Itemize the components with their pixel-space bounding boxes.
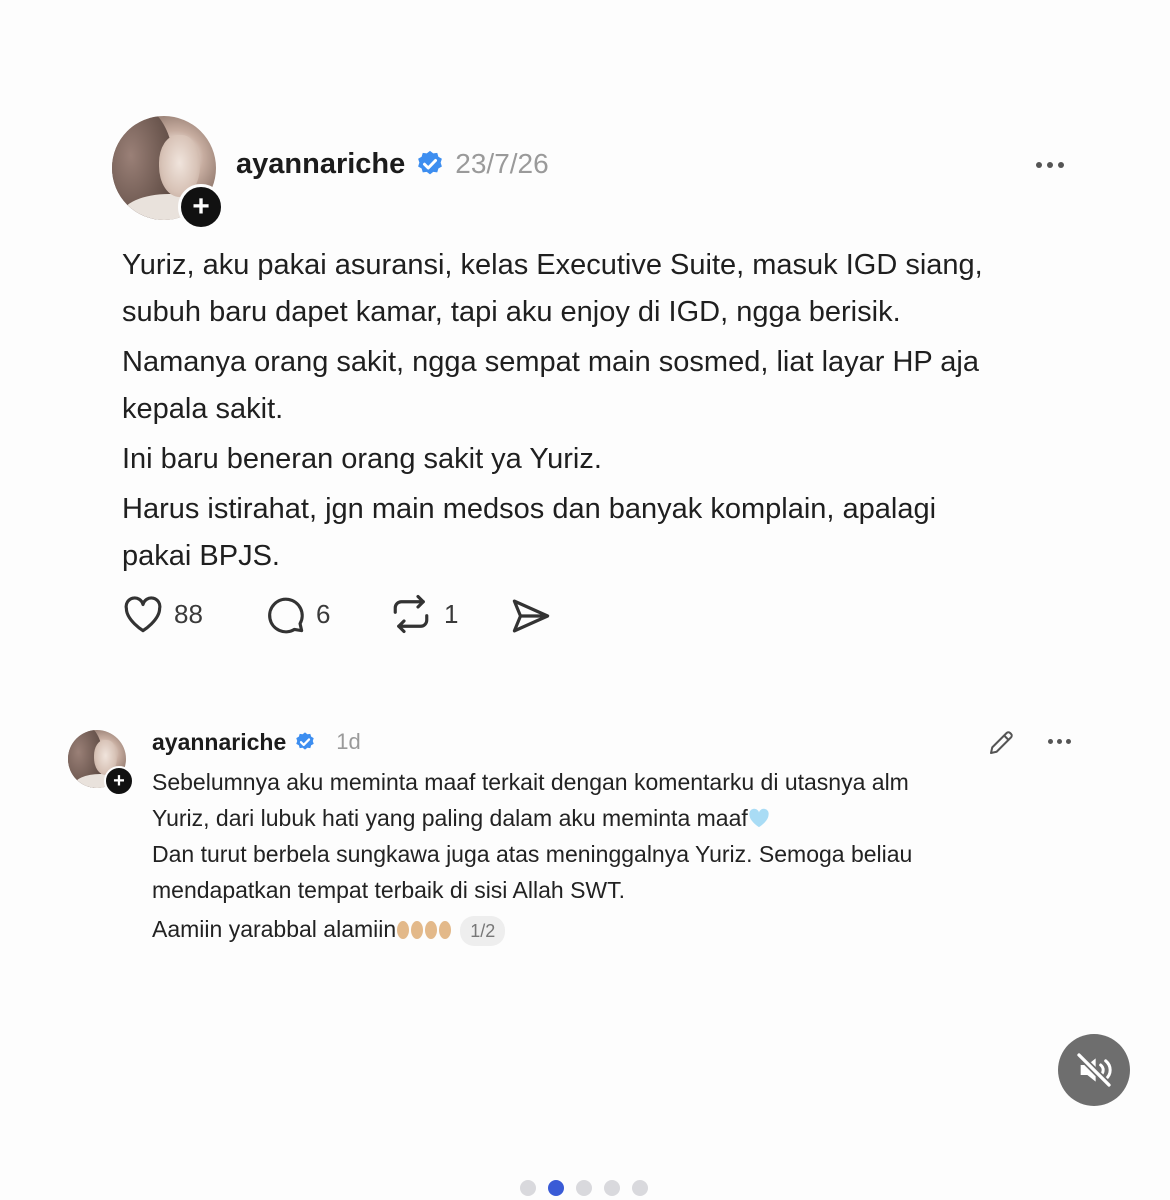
- post-line: Harus istirahat, jgn main medsos dan ban…: [122, 493, 937, 525]
- post-header: ayannariche 23/7/26: [236, 142, 549, 186]
- repost-count: 1: [444, 598, 459, 629]
- muted-speaker-icon: [1076, 1052, 1112, 1088]
- pager-dot[interactable]: [520, 1180, 536, 1196]
- pager-dot[interactable]: [548, 1180, 564, 1196]
- repost-button[interactable]: 1: [388, 592, 458, 636]
- comment-line: Dan turut berbela sungkawa juga atas men…: [152, 841, 913, 867]
- post-paragraph: Harus istirahat, jgn main medsos dan ban…: [122, 486, 1102, 580]
- post-line: Ini baru beneran orang sakit ya Yuriz.: [122, 443, 602, 475]
- comment-follow-plus-icon[interactable]: +: [104, 766, 134, 796]
- post-line: Yuriz, aku pakai asuransi, kelas Executi…: [122, 249, 983, 281]
- post-line: kepala sakit.: [122, 393, 284, 425]
- post-username[interactable]: ayannariche: [236, 148, 405, 181]
- repost-icon: [393, 594, 429, 634]
- like-button[interactable]: 88: [122, 592, 203, 636]
- light-blue-heart-emoji-icon: [749, 808, 769, 828]
- share-button[interactable]: [510, 594, 552, 638]
- mute-button[interactable]: [1058, 1034, 1130, 1106]
- verified-badge-icon: [418, 150, 443, 175]
- comment-button[interactable]: 6: [264, 592, 330, 636]
- comment-line: Aamiin yarabbal alamiin 1/2: [152, 911, 1052, 947]
- follow-plus-icon[interactable]: +: [178, 184, 224, 230]
- pager-dot[interactable]: [576, 1180, 592, 1196]
- post-paragraph: Ini baru beneran orang sakit ya Yuriz.: [122, 436, 1102, 483]
- post-timestamp: 23/7/26: [455, 148, 549, 179]
- comment-page-indicator[interactable]: 1/2: [460, 915, 506, 946]
- comment-line: mendapatkan tempat terbaik di sisi Allah…: [152, 877, 626, 903]
- post-paragraph: Namanya orang sakit, ngga sempat main so…: [122, 339, 1102, 433]
- edit-pencil-icon[interactable]: [986, 728, 1016, 758]
- comment-username[interactable]: ayannariche: [152, 729, 286, 756]
- comment-count: 6: [316, 598, 331, 629]
- comment-line: Yuriz, dari lubuk hati yang paling dalam…: [152, 800, 1052, 836]
- pager-dot[interactable]: [604, 1180, 620, 1196]
- comment-line: Sebelumnya aku meminta maaf terkait deng…: [152, 769, 909, 795]
- post-line: subuh baru dapet kamar, tapi aku enjoy d…: [122, 296, 901, 328]
- comment-bubble-icon: [268, 597, 304, 634]
- comment-timestamp: 1d: [336, 729, 361, 754]
- send-icon: [512, 599, 550, 633]
- post-body: Yuriz, aku pakai asuransi, kelas Executi…: [122, 242, 1102, 580]
- post-line: Namanya orang sakit, ngga sempat main so…: [122, 346, 980, 378]
- heart-icon: [124, 596, 162, 633]
- verified-badge-icon: [296, 732, 314, 750]
- post-paragraph: Yuriz, aku pakai asuransi, kelas Executi…: [122, 242, 1102, 336]
- comment-more-icon[interactable]: [1048, 739, 1071, 744]
- praying-hands-emoji-icon: [397, 921, 452, 939]
- comment-body: Sebelumnya aku meminta maaf terkait deng…: [152, 764, 1052, 947]
- comment-header: ayannariche 1d: [152, 726, 361, 758]
- post-more-icon[interactable]: [1036, 162, 1064, 168]
- pager-dot[interactable]: [632, 1180, 648, 1196]
- post-line: pakai BPJS.: [122, 540, 280, 572]
- carousel-pager[interactable]: [520, 1180, 648, 1196]
- like-count: 88: [174, 598, 203, 629]
